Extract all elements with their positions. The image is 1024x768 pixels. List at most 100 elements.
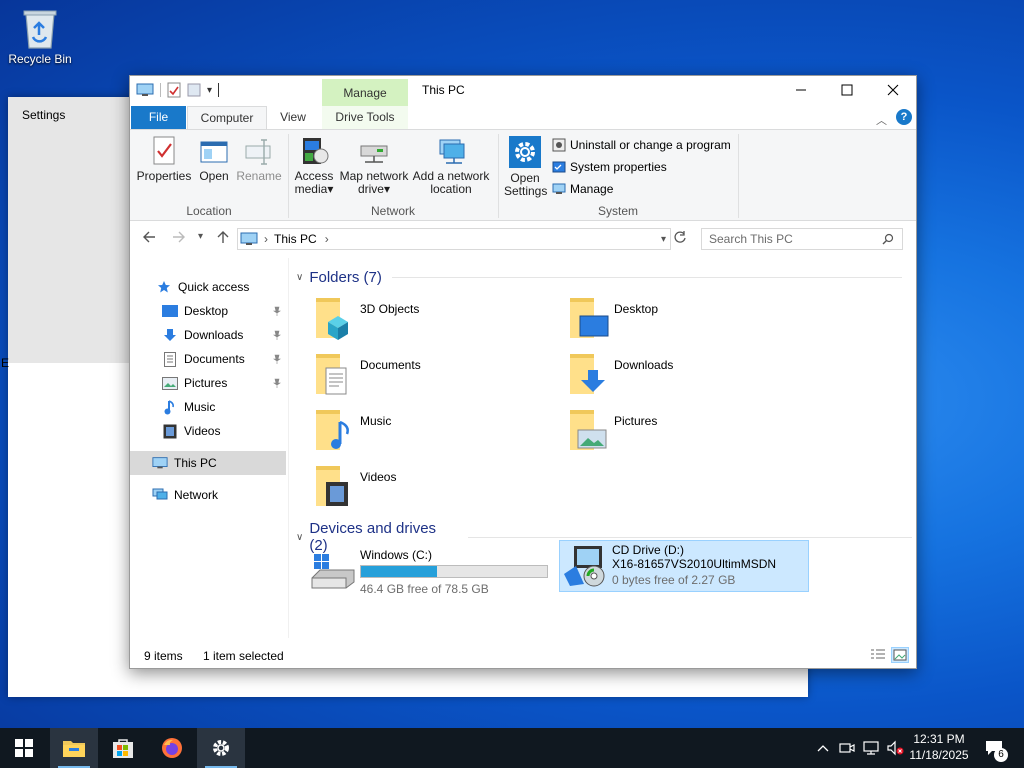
recycle-bin-icon (23, 10, 57, 49)
folder-3d-objects[interactable]: 3D Objects (314, 296, 544, 348)
downloads-arrow-icon (162, 327, 178, 343)
map-drive-label-2: drive (357, 182, 384, 196)
address-field[interactable]: › This PC › ▾ (237, 228, 671, 250)
folder-documents[interactable]: Documents (314, 352, 544, 404)
folder-music[interactable]: Music (314, 408, 544, 460)
properties-icon (153, 136, 175, 165)
settings-gear-icon (509, 136, 541, 168)
new-folder-qat-icon[interactable] (187, 82, 201, 98)
taskbar-file-explorer[interactable] (50, 728, 98, 768)
map-network-drive-button[interactable]: Map network drive▾ (338, 136, 410, 196)
taskbar-microsoft-store[interactable] (99, 728, 147, 768)
large-icons-view-button[interactable] (891, 647, 909, 663)
ribbon-computer: Properties Open Rename Location Access m… (130, 129, 916, 221)
open-settings-button[interactable]: Open Settings (504, 136, 547, 198)
notification-badge: 6 (994, 748, 1008, 762)
nav-network[interactable]: Network (130, 483, 286, 507)
nav-quick-access[interactable]: Quick access (130, 275, 286, 299)
close-icon (887, 84, 899, 96)
close-button[interactable] (870, 76, 916, 104)
access-media-dropdown-icon: ▾ (327, 182, 334, 196)
drive-c-usage-fill (361, 566, 438, 577)
start-button[interactable] (0, 728, 48, 768)
drive-d[interactable]: CD Drive (D:) X16-81657VS2010UltimMSDN 0… (559, 540, 809, 592)
this-pc-address-icon (240, 232, 258, 245)
access-media-label-2: media (294, 182, 328, 196)
folder-downloads[interactable]: Downloads (568, 352, 798, 404)
pin-icon (272, 353, 282, 367)
recycle-bin-shortcut[interactable]: Recycle Bin (4, 6, 76, 66)
taskbar-firefox[interactable] (148, 728, 196, 768)
breadcrumb-chevron-icon[interactable]: › (325, 232, 329, 246)
address-path[interactable]: This PC (274, 232, 317, 246)
details-view-button[interactable] (870, 648, 886, 665)
open-button[interactable]: Open (196, 136, 232, 183)
properties-button[interactable]: Properties (136, 136, 192, 183)
folder-videos[interactable]: Videos (314, 464, 544, 516)
group-divider-line (468, 536, 912, 538)
up-arrow-icon (217, 231, 229, 243)
pane-divider (288, 258, 289, 638)
status-bar: 9 items 1 item selected (130, 642, 916, 668)
uninstall-program-button[interactable]: Uninstall or change a program (552, 138, 731, 152)
tray-network-button[interactable] (860, 728, 882, 768)
recent-locations-button[interactable]: ▾ (198, 231, 203, 242)
nav-music[interactable]: Music (130, 395, 286, 419)
action-center-button[interactable]: 6 (980, 728, 1008, 768)
tray-meet-button[interactable] (836, 728, 858, 768)
minimize-button[interactable] (778, 76, 824, 104)
system-properties-button[interactable]: System properties (552, 160, 667, 174)
uninstall-icon (552, 138, 566, 152)
collapse-chevron-icon[interactable]: ∨ (296, 532, 303, 543)
nav-this-pc[interactable]: This PC (130, 451, 286, 475)
add-network-location-button[interactable]: Add a network location (412, 136, 490, 196)
maximize-button[interactable] (824, 76, 870, 104)
nav-desktop[interactable]: Desktop (130, 299, 286, 323)
address-dropdown-icon[interactable]: ▾ (661, 234, 666, 245)
settings-taskbar-gear-icon (213, 740, 229, 756)
access-media-icon (303, 138, 329, 164)
taskbar-settings[interactable] (197, 728, 245, 768)
documents-icon (162, 351, 178, 367)
tab-file[interactable]: File (131, 106, 186, 129)
this-pc-nav-icon (152, 455, 168, 471)
tab-computer[interactable]: Computer (187, 106, 267, 130)
up-button[interactable] (216, 230, 230, 247)
collapse-ribbon-icon[interactable]: ︿ (876, 112, 887, 128)
nav-downloads[interactable]: Downloads (130, 323, 286, 347)
folder-desktop[interactable]: Desktop (568, 296, 798, 348)
help-icon[interactable]: ? (896, 109, 912, 125)
manage-button[interactable]: Manage (552, 182, 613, 196)
search-input[interactable]: Search This PC (701, 228, 903, 250)
collapse-chevron-icon[interactable]: ∨ (296, 272, 303, 283)
taskbar-clock[interactable]: 12:31 PM 11/18/2025 (900, 731, 978, 763)
tab-view[interactable]: View (270, 106, 316, 129)
rename-icon (245, 139, 271, 165)
folders-group-header[interactable]: ∨ Folders (7) (296, 269, 902, 286)
settings-side-panel (8, 97, 129, 363)
show-hidden-icons-button[interactable] (812, 728, 834, 768)
network-group-label: Network (370, 204, 415, 218)
location-group-label: Location (186, 204, 232, 218)
drive-c-usage-bar (360, 565, 548, 578)
nav-videos[interactable]: Videos (130, 419, 286, 443)
nav-documents[interactable]: Documents (130, 347, 286, 371)
properties-label: Properties (136, 169, 192, 183)
nav-pictures[interactable]: Pictures (130, 371, 286, 395)
nav-music-label: Music (184, 400, 216, 414)
refresh-button[interactable] (673, 230, 687, 247)
cd-drive-setup-icon (564, 546, 605, 587)
file-explorer-window[interactable]: ▾ Manage This PC File Computer View Driv… (129, 75, 917, 669)
folder-label: Desktop (614, 302, 659, 316)
folder-pictures[interactable]: Pictures (568, 408, 798, 460)
manage-label: Manage (343, 86, 387, 100)
back-button[interactable] (142, 230, 156, 247)
rename-button[interactable]: Rename (236, 136, 282, 183)
3d-objects-folder-icon (316, 298, 348, 340)
forward-button[interactable] (172, 230, 186, 247)
properties-qat-icon[interactable] (167, 82, 181, 98)
title-bar[interactable]: ▾ Manage This PC (130, 76, 916, 131)
access-media-button[interactable]: Access media▾ (294, 136, 334, 196)
drive-c[interactable]: Windows (C:) 46.4 GB free of 78.5 GB (308, 546, 548, 596)
qat-dropdown-icon[interactable]: ▾ (207, 85, 212, 96)
